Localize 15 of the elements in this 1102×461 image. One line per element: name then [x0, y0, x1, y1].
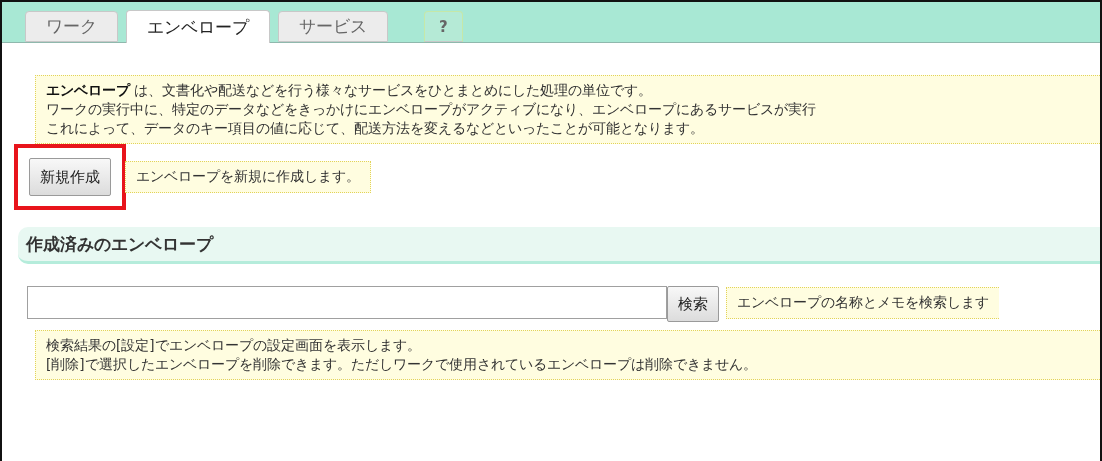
- info-text: これによって、データのキー項目の値に応じて、配送方法を変えるなどといったことが可能となります。: [46, 119, 705, 138]
- tab[interactable]: ワーク: [25, 11, 118, 42]
- new-button[interactable]: 新規作成: [29, 158, 111, 196]
- tab[interactable]: サービス: [278, 11, 388, 42]
- info-text: 検索結果の[設定]でエンベロープの設定画面を表示します。: [46, 336, 422, 355]
- hint-text: エンベロープの名称とメモを検索します: [726, 286, 999, 319]
- info-text: ワークの実行中に、特定のデータなどをきっかけにエンベロープがアクティブになり、エンベロープにあるサービスが実行: [46, 100, 817, 119]
- tab[interactable]: エンベロープ: [126, 10, 270, 43]
- search-button[interactable]: 検索: [667, 286, 719, 322]
- info-text: エンベロープ は、文書化や配送などを行う様々なサービスをひとまとめにした処理の単位です。: [46, 81, 654, 100]
- help-tab[interactable]: ?: [424, 11, 463, 42]
- search-field[interactable]: [27, 286, 667, 319]
- info-text: [削除]で選択したエンベロープを削除できます。ただしワークで使用されているエンベロープは削除できません。: [46, 355, 758, 374]
- section-title: 作成済みのエンベロープ: [26, 232, 213, 256]
- hint-text: エンベロープを新規に作成します。: [125, 161, 371, 193]
